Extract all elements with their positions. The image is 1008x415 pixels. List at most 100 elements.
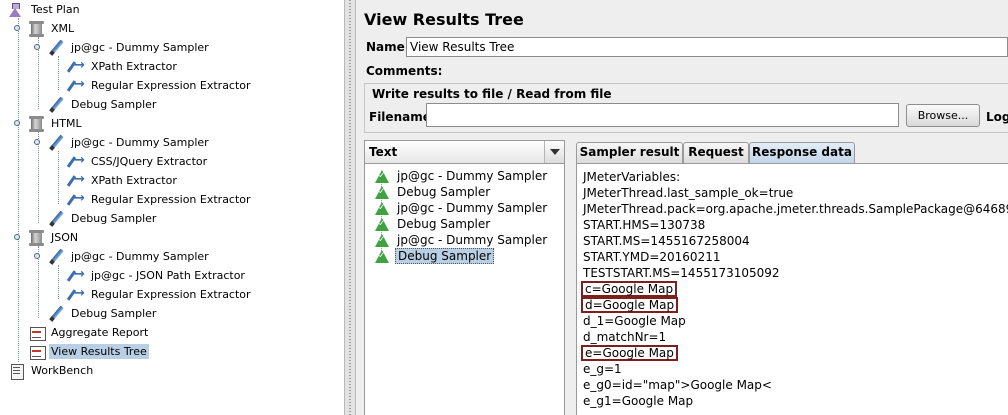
result-tabs: Sampler result Request Response data — [576, 142, 1008, 164]
thread-group-icon — [28, 20, 46, 37]
tree-node-label: Debug Sampler — [71, 212, 157, 225]
tree-node-label: JSON — [51, 231, 79, 244]
response-line-highlighted: c=Google Map — [581, 281, 678, 297]
expand-toggle-icon[interactable] — [14, 25, 20, 31]
tree-node-label: XML — [51, 22, 75, 35]
response-data-text[interactable]: JMeterVariables: JMeterThread.last_sampl… — [576, 163, 1008, 415]
sample-item[interactable]: jp@gc - Dummy Sampler — [375, 232, 549, 248]
tree-node-debug-sampler[interactable]: Debug Sampler — [48, 209, 158, 228]
log-label: Log — [986, 110, 1008, 124]
sampler-icon — [48, 135, 66, 151]
renderer-select[interactable]: Text — [365, 141, 564, 164]
tree-node-label: Test Plan — [31, 3, 80, 16]
success-icon — [375, 185, 389, 199]
chevron-down-icon[interactable] — [544, 141, 564, 163]
tree-node-debug-sampler[interactable]: Debug Sampler — [48, 304, 158, 323]
response-line-highlighted: e=Google Map — [581, 345, 678, 361]
tree-node-workbench[interactable]: WorkBench — [8, 361, 95, 380]
tab-request[interactable]: Request — [683, 142, 749, 163]
sample-results-list[interactable]: Text jp@gc - Dummy Sampler Debug Sampler… — [364, 140, 565, 415]
response-line: START.YMD=20160211 — [583, 250, 721, 264]
comments-label: Comments: — [366, 64, 443, 78]
browse-button[interactable]: Browse... — [906, 104, 980, 127]
name-field[interactable]: View Results Tree — [406, 37, 1008, 57]
response-line: d_1=Google Map — [583, 314, 686, 328]
tree-node-view-results-tree[interactable]: View Results Tree — [28, 342, 149, 361]
test-plan-tree[interactable]: Test Plan XML jp@gc - Dummy Sampler XPat… — [0, 0, 344, 415]
tree-node-label: HTML — [51, 117, 82, 130]
tree-node-json[interactable]: JSON — [14, 228, 80, 247]
extractor-icon — [68, 172, 86, 189]
sampler-icon — [48, 40, 66, 56]
response-line-highlighted: d=Google Map — [581, 297, 679, 313]
tree-node-html[interactable]: HTML — [14, 114, 84, 133]
tree-node-xpath-extractor[interactable]: XPath Extractor — [68, 57, 179, 76]
success-icon — [375, 233, 389, 247]
filename-label: Filename — [369, 110, 431, 124]
thread-group-icon — [28, 115, 46, 132]
report-icon — [28, 325, 46, 341]
success-icon — [375, 217, 389, 231]
file-section-title: Write results to file / Read from file — [372, 87, 612, 101]
sample-item[interactable]: jp@gc - Dummy Sampler — [375, 168, 549, 184]
filename-field[interactable] — [426, 103, 899, 127]
tree-node-dummy-sampler[interactable]: jp@gc - Dummy Sampler — [34, 247, 211, 266]
expand-toggle-icon[interactable] — [34, 253, 40, 259]
tree-node-label: jp@gc - Dummy Sampler — [71, 136, 209, 149]
tab-sampler-result[interactable]: Sampler result — [576, 142, 683, 163]
extractor-icon — [68, 191, 86, 208]
expand-toggle-icon[interactable] — [14, 234, 20, 240]
extractor-icon — [68, 286, 86, 303]
tree-connector — [38, 132, 39, 223]
sample-item[interactable]: Debug Sampler — [375, 216, 492, 232]
tree-node-regex-extractor[interactable]: Regular Expression Extractor — [68, 190, 253, 209]
tree-node-regex-extractor[interactable]: Regular Expression Extractor — [68, 76, 253, 95]
split-pane-divider[interactable] — [344, 0, 356, 415]
sampler-icon — [48, 97, 66, 113]
expand-toggle-icon[interactable] — [34, 44, 40, 50]
tree-node-xpath-extractor[interactable]: XPath Extractor — [68, 171, 179, 190]
response-line: e_g=1 — [583, 362, 622, 376]
sample-label: Debug Sampler — [395, 248, 495, 264]
response-line: TESTSTART.MS=1455173105092 — [583, 266, 780, 280]
name-row: Name: View Results Tree — [356, 36, 1008, 58]
sample-item[interactable]: jp@gc - Dummy Sampler — [375, 200, 549, 216]
success-icon — [375, 249, 389, 263]
tab-response-data[interactable]: Response data — [749, 142, 855, 163]
tree-node-dummy-sampler[interactable]: jp@gc - Dummy Sampler — [34, 133, 211, 152]
expand-toggle-icon[interactable] — [34, 139, 40, 145]
name-label: Name: — [366, 40, 410, 54]
tree-node-label: Regular Expression Extractor — [91, 288, 251, 301]
tree-node-aggregate-report[interactable]: Aggregate Report — [28, 323, 150, 342]
response-line: JMeterThread.last_sample_ok=true — [583, 186, 794, 200]
success-icon — [375, 201, 389, 215]
thread-group-icon — [28, 229, 46, 246]
tree-node-regex-extractor[interactable]: Regular Expression Extractor — [68, 285, 253, 304]
sample-item-selected[interactable]: Debug Sampler — [375, 248, 495, 264]
response-line: d_matchNr=1 — [583, 330, 667, 344]
tree-node-json-path-extractor[interactable]: jp@gc - JSON Path Extractor — [68, 266, 247, 285]
tree-node-xml[interactable]: XML — [14, 19, 76, 38]
response-line: START.HMS=130738 — [583, 218, 706, 232]
sample-label: jp@gc - Dummy Sampler — [397, 201, 548, 215]
tree-connector — [18, 18, 19, 362]
response-line: e_g0=id="map">Google Map< — [583, 378, 772, 392]
expand-toggle-icon[interactable] — [14, 120, 20, 126]
tree-node-label: jp@gc - JSON Path Extractor — [91, 269, 245, 282]
tree-node-label: XPath Extractor — [91, 60, 177, 73]
sample-item[interactable]: Debug Sampler — [375, 184, 492, 200]
response-line: START.MS=1455167258004 — [583, 234, 750, 248]
report-icon — [28, 344, 46, 360]
renderer-selected-value: Text — [369, 145, 398, 159]
response-line: JMeterVariables: — [583, 170, 681, 184]
response-line: e_g1=Google Map — [583, 394, 694, 408]
tree-node-test-plan[interactable]: Test Plan — [8, 0, 82, 19]
workbench-icon — [8, 363, 26, 380]
tree-node-debug-sampler[interactable]: Debug Sampler — [48, 95, 158, 114]
sample-label: Debug Sampler — [397, 217, 491, 231]
view-results-tree-panel: View Results Tree Name: View Results Tre… — [356, 0, 1008, 415]
tree-node-dummy-sampler[interactable]: jp@gc - Dummy Sampler — [34, 38, 211, 57]
tree-node-label: Debug Sampler — [71, 98, 157, 111]
file-section: Write results to file / Read from file F… — [364, 83, 1008, 133]
tree-node-css-extractor[interactable]: CSS/JQuery Extractor — [68, 152, 209, 171]
